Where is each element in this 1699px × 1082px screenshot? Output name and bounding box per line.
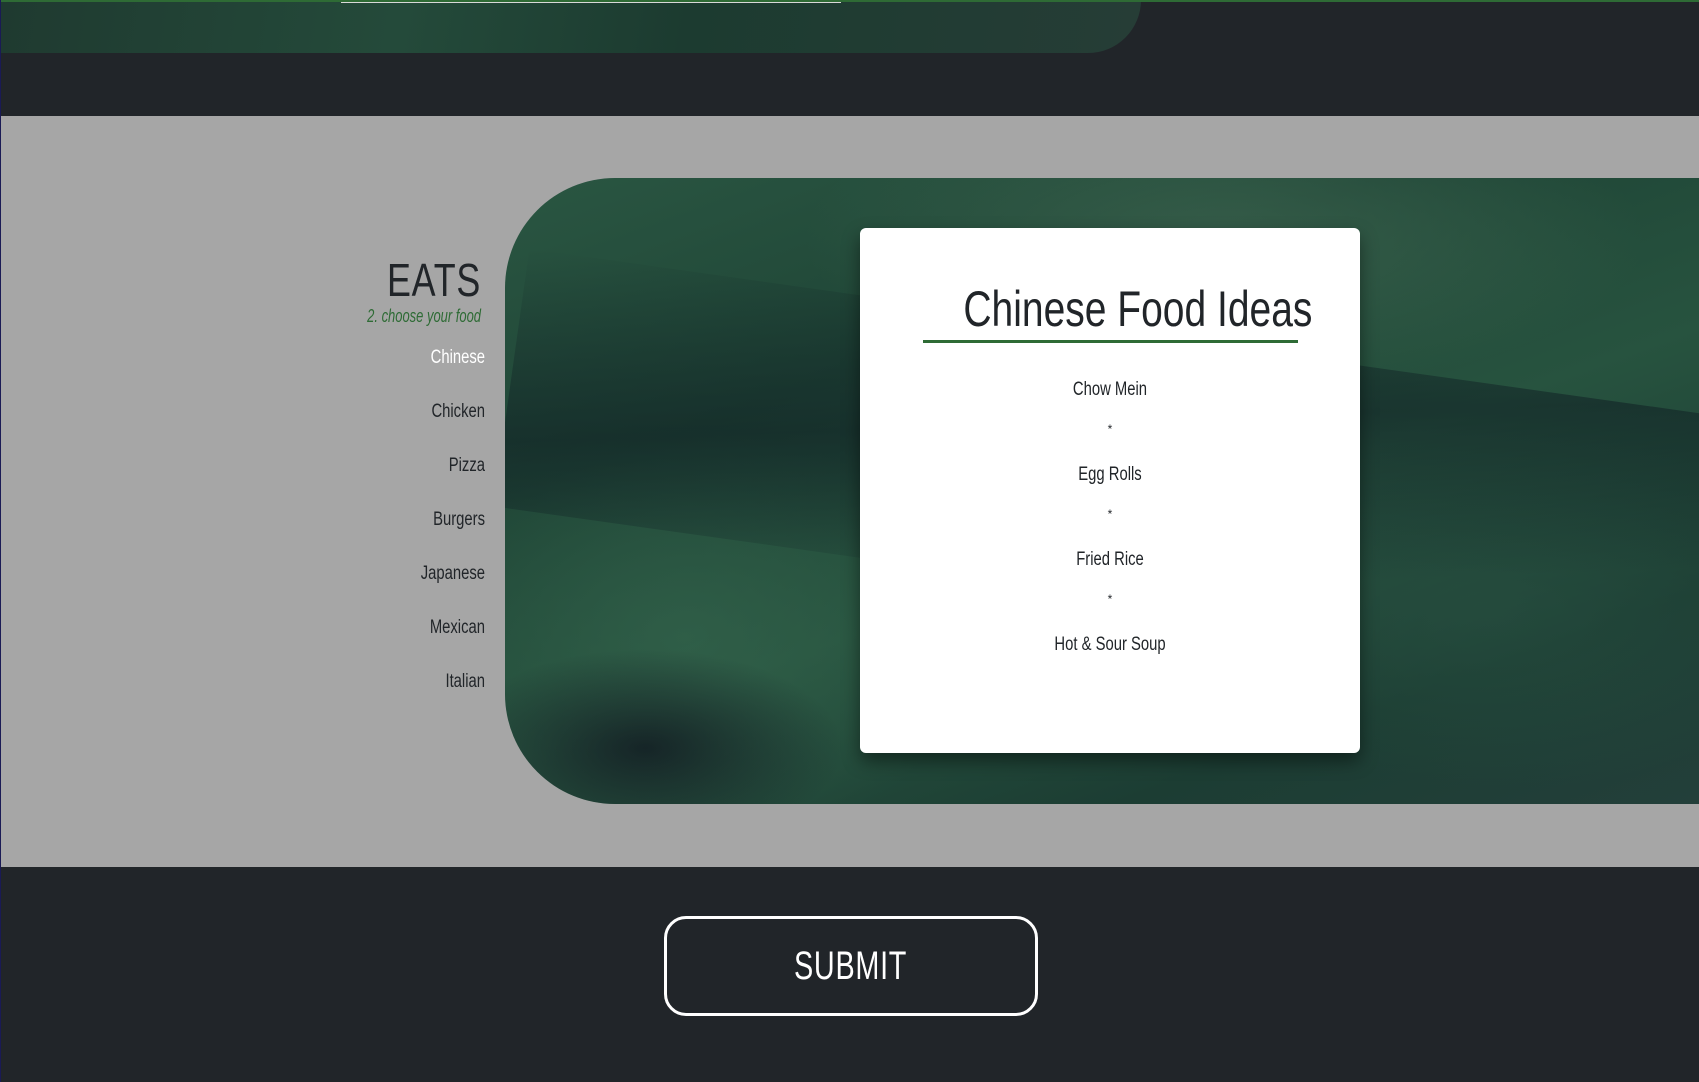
list-separator: * — [1107, 422, 1113, 436]
card-title-underline — [923, 340, 1298, 343]
list-item: Hot & Sour Soup — [1054, 634, 1166, 655]
nav-item-italian[interactable]: Italian — [404, 668, 485, 722]
list-separator: * — [1107, 592, 1113, 606]
brand-title: EATS — [386, 254, 482, 306]
top-accent-line — [1, 0, 1699, 2]
brand-subtitle: 2. choose your food — [367, 306, 481, 326]
nav-item-pizza[interactable]: Pizza — [404, 452, 485, 506]
list-separator: * — [1107, 507, 1113, 521]
nav-item-burgers[interactable]: Burgers — [404, 506, 485, 560]
nav-item-japanese[interactable]: Japanese — [404, 560, 485, 614]
nav-item-mexican[interactable]: Mexican — [404, 614, 485, 668]
nav-item-chicken[interactable]: Chicken — [404, 398, 485, 452]
submit-label: SUBMIT — [794, 943, 908, 988]
food-category-nav: Chinese Chicken Pizza Burgers Japanese M… — [381, 344, 485, 722]
nav-item-chinese[interactable]: Chinese — [404, 344, 485, 398]
list-item: Egg Rolls — [1078, 464, 1142, 485]
submit-button[interactable]: SUBMIT — [664, 916, 1038, 1016]
food-ideas-list: Chow Mein * Egg Rolls * Fried Rice * Hot… — [860, 368, 1360, 666]
list-item: Fried Rice — [1076, 549, 1144, 570]
food-section — [1, 116, 1699, 867]
top-leaf-banner — [1, 0, 1141, 53]
card-title: Chinese Food Ideas — [963, 281, 1313, 337]
food-ideas-card: Chinese Food Ideas Chow Mein * Egg Rolls… — [860, 228, 1360, 753]
list-item: Chow Mein — [1072, 379, 1148, 400]
page: EATS 2. choose your food Chinese Chicken… — [0, 0, 1699, 1082]
leaf-shadow — [505, 648, 845, 804]
dark-band — [1, 53, 1699, 116]
